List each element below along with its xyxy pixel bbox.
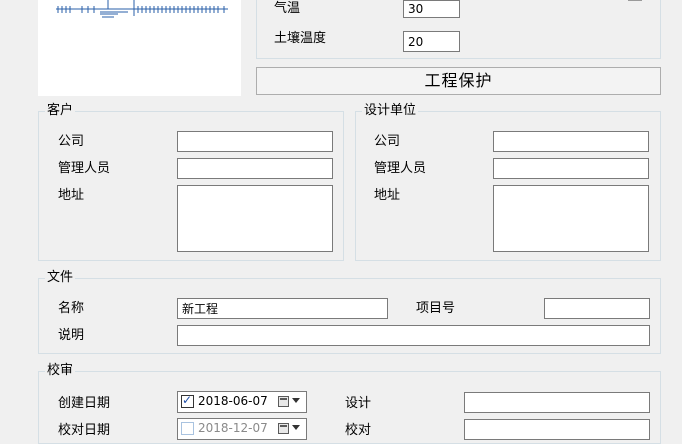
customer-group-title: 客户 <box>47 103 74 118</box>
calendar-icon <box>278 396 289 407</box>
project-number-label: 项目号 <box>416 301 456 316</box>
file-name-input[interactable] <box>177 298 388 319</box>
temperature-label: 气温 <box>274 1 301 16</box>
dropdown-arrow-icon[interactable] <box>292 425 300 430</box>
design-unit-group-title: 设计单位 <box>364 103 417 118</box>
project-number-input[interactable] <box>544 298 650 319</box>
customer-manager-label: 管理人员 <box>58 161 111 176</box>
check-date-picker[interactable]: 2018-12-07 <box>177 418 307 440</box>
check-date-checkbox[interactable] <box>181 422 194 435</box>
design-unit-company-input[interactable] <box>493 131 649 152</box>
dropdown-arrow-icon[interactable] <box>292 398 300 403</box>
customer-address-label: 地址 <box>58 188 85 203</box>
created-date-value: 2018-06-07 <box>198 394 268 408</box>
temperature-input[interactable] <box>403 0 460 18</box>
design-unit-address-label: 地址 <box>374 188 401 203</box>
checker-label: 校对 <box>345 423 372 438</box>
design-unit-manager-label: 管理人员 <box>374 161 427 176</box>
file-description-label: 说明 <box>58 328 85 343</box>
soil-temperature-label: 土壤温度 <box>274 31 327 46</box>
preview-drawing <box>56 0 228 18</box>
check-date-value: 2018-12-07 <box>198 421 268 435</box>
project-preview-thumbnail <box>38 0 241 96</box>
file-name-label: 名称 <box>58 301 85 316</box>
design-unit-company-label: 公司 <box>374 134 401 149</box>
customer-company-input[interactable] <box>177 131 333 152</box>
file-group-title: 文件 <box>47 270 74 285</box>
file-description-input[interactable] <box>177 325 650 346</box>
soil-temperature-input[interactable] <box>403 31 460 52</box>
created-date-picker[interactable]: 2018-06-07 <box>177 391 307 413</box>
scroll-marker <box>628 0 642 1</box>
design-unit-address-input[interactable] <box>493 185 649 252</box>
calendar-icon <box>278 423 289 434</box>
designer-label: 设计 <box>345 396 372 411</box>
design-unit-manager-input[interactable] <box>493 158 649 179</box>
review-group-title: 校审 <box>47 363 74 378</box>
customer-manager-input[interactable] <box>177 158 333 179</box>
project-protect-button[interactable]: 工程保护 <box>256 67 661 95</box>
created-date-checkbox[interactable] <box>181 393 194 408</box>
check-date-label: 校对日期 <box>58 423 111 438</box>
created-date-label: 创建日期 <box>58 396 111 411</box>
customer-address-input[interactable] <box>177 185 333 252</box>
designer-input[interactable] <box>464 392 650 413</box>
customer-company-label: 公司 <box>58 134 85 149</box>
